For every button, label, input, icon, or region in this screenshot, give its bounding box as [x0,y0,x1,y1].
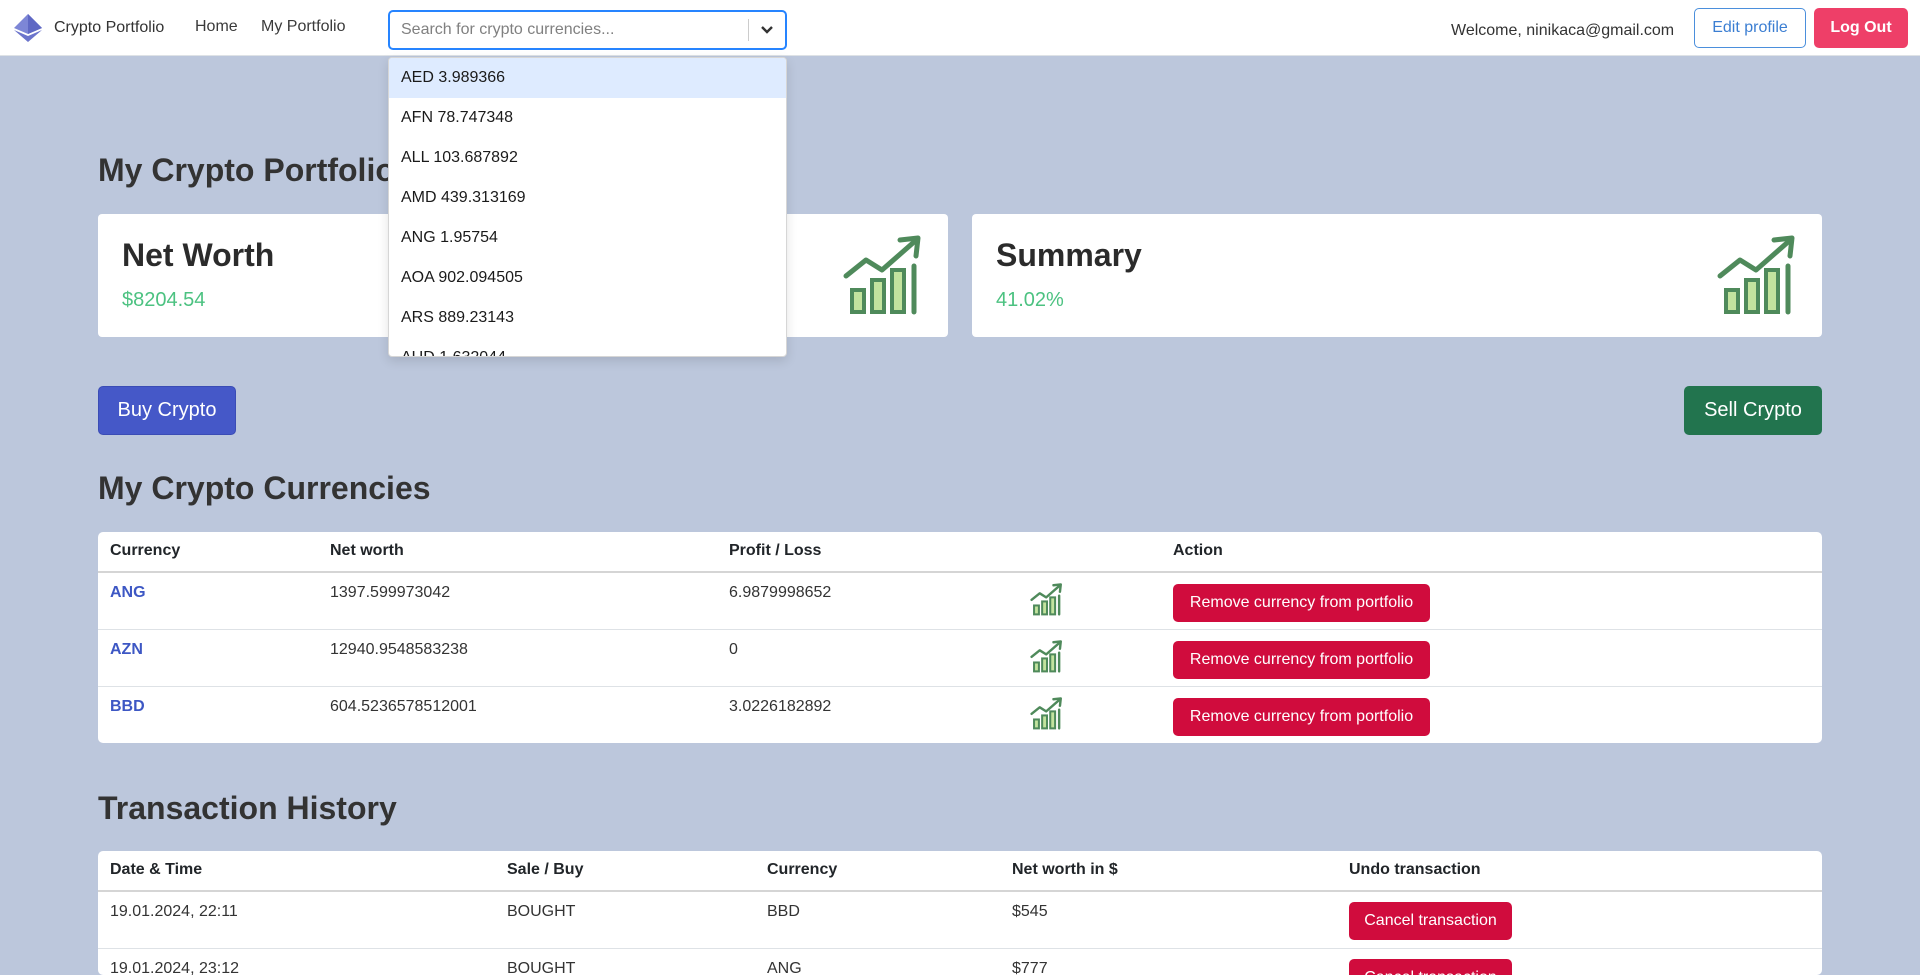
table-row: 19.01.2024, 23:12 BOUGHT ANG $777 Cancel… [98,949,1822,975]
dropdown-option[interactable]: AED 3.989366 [389,58,786,98]
table-header: Currency Net worth Profit / Loss Action [98,532,1822,573]
growth-chart-icon [1717,235,1795,315]
dropdown-option[interactable]: ANG 1.95754 [389,218,786,258]
column-header-date-time: Date & Time [110,861,203,878]
dropdown-option[interactable]: AUD 1.632044 [389,338,786,356]
table-row: ANG 1397.599973042 6.9879998652 Remove c… [98,573,1822,630]
cancel-transaction-button[interactable]: Cancel transaction [1349,959,1512,975]
summary-value: 41.02% [996,289,1064,311]
nav-my-portfolio-link[interactable]: My Portfolio [261,18,345,36]
column-header-action: Action [1173,542,1223,559]
summary-card: Summary 41.02% [972,214,1822,337]
column-header-sale-buy: Sale / Buy [507,861,584,878]
net-worth-cell: 1397.599973042 [330,584,451,601]
summary-title: Summary [996,237,1142,273]
crypto-search-select[interactable] [388,10,787,50]
column-header-profit-loss: Profit / Loss [729,542,822,559]
remove-currency-button[interactable]: Remove currency from portfolio [1173,641,1430,679]
brand-name: Crypto Portfolio [54,19,165,36]
profit-loss-cell: 3.0226182892 [729,698,832,715]
transaction-type-cell: BOUGHT [507,960,576,975]
currency-cell: BBD [767,903,800,920]
table-row: BBD 604.5236578512001 3.0226182892 Remov… [98,687,1822,743]
buy-crypto-button[interactable]: Buy Crypto [98,386,236,435]
table-row: AZN 12940.9548583238 0 Remove currency f… [98,630,1822,687]
currency-cell: ANG [767,960,802,975]
brand-link[interactable]: Crypto Portfolio [12,13,164,43]
net-worth-cell: 604.5236578512001 [330,698,477,715]
datetime-cell: 19.01.2024, 22:11 [110,903,238,920]
column-header-undo: Undo transaction [1349,861,1481,878]
dropdown-option[interactable]: AFN 78.747348 [389,98,786,138]
growth-chart-icon [1030,583,1062,616]
growth-chart-icon [1030,640,1062,673]
column-header-currency: Currency [110,542,181,559]
net-worth-title: Net Worth [122,237,275,273]
dropdown-option[interactable]: AOA 902.094505 [389,258,786,298]
currencies-table: Currency Net worth Profit / Loss Action … [98,532,1822,743]
crypto-dropdown-menu: AED 3.989366 AFN 78.747348 ALL 103.68789… [388,57,787,357]
dropdown-option[interactable]: AMD 439.313169 [389,178,786,218]
net-worth-value: $8204.54 [122,289,206,311]
remove-currency-button[interactable]: Remove currency from portfolio [1173,584,1430,622]
transaction-type-cell: BOUGHT [507,903,576,920]
currency-link[interactable]: ANG [110,584,146,602]
portfolio-title: My Crypto Portfolio [98,152,395,188]
net-worth-cell: $545 [1012,903,1048,920]
growth-chart-icon [1030,697,1062,730]
ethereum-logo-icon [14,14,42,42]
crypto-search-input[interactable] [390,12,748,48]
table-header: Date & Time Sale / Buy Currency Net wort… [98,851,1822,892]
dropdown-option[interactable]: ALL 103.687892 [389,138,786,178]
column-header-currency: Currency [767,861,838,878]
currency-link[interactable]: AZN [110,641,143,659]
table-row: 19.01.2024, 22:11 BOUGHT BBD $545 Cancel… [98,892,1822,949]
history-title: Transaction History [98,790,397,826]
logout-button[interactable]: Log Out [1814,8,1908,48]
currency-link[interactable]: BBD [110,698,145,716]
net-worth-cell: 12940.9548583238 [330,641,468,658]
edit-profile-button[interactable]: Edit profile [1694,8,1806,48]
chevron-down-icon[interactable] [749,12,785,48]
net-worth-cell: $777 [1012,960,1048,975]
transaction-history-table: Date & Time Sale / Buy Currency Net wort… [98,851,1822,975]
nav-home-link[interactable]: Home [195,18,238,36]
profit-loss-cell: 6.9879998652 [729,584,832,601]
column-header-net-worth-usd: Net worth in $ [1012,861,1118,878]
dropdown-option[interactable]: ARS 889.23143 [389,298,786,338]
currencies-title: My Crypto Currencies [98,470,431,506]
navbar: Crypto Portfolio Home My Portfolio Welco… [0,0,1920,56]
welcome-text: Welcome, ninikaca@gmail.com [1451,22,1675,39]
column-header-net-worth: Net worth [330,542,404,559]
remove-currency-button[interactable]: Remove currency from portfolio [1173,698,1430,736]
cancel-transaction-button[interactable]: Cancel transaction [1349,902,1512,940]
profit-loss-cell: 0 [729,641,738,658]
datetime-cell: 19.01.2024, 23:12 [110,960,240,975]
growth-chart-icon [843,235,921,315]
sell-crypto-button[interactable]: Sell Crypto [1684,386,1822,435]
